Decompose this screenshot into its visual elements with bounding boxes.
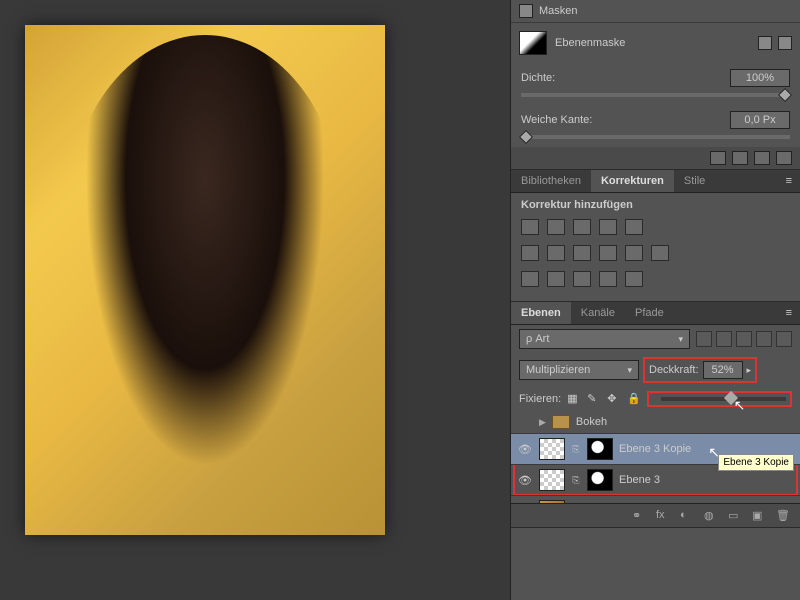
visibility-toggle[interactable]: 👁 [517,474,533,487]
density-slider[interactable] [521,93,790,97]
lock-transparency-icon[interactable]: ▦ [567,392,581,406]
filter-pixel-icon[interactable] [696,331,712,347]
layer-name[interactable]: Ebene 3 [619,474,794,486]
levels-icon[interactable] [547,219,565,235]
masks-header: Masken [511,0,800,23]
portrait-subject [65,35,345,515]
color-lookup-icon[interactable] [651,245,669,261]
opacity-label: Deckkraft: [649,364,699,376]
curves-icon[interactable] [573,219,591,235]
tab-korrekturen[interactable]: Korrekturen [591,170,674,192]
filter-shape-icon[interactable] [756,331,772,347]
new-group-icon[interactable]: ▭ [728,509,744,523]
invert-mask-icon[interactable] [732,151,748,165]
visibility-toggle[interactable]: 👁 [517,443,533,456]
tab-bibliotheken[interactable]: Bibliotheken [511,170,591,192]
layer-thumbnail[interactable] [539,469,565,491]
layer-name[interactable]: Bokeh [576,416,794,428]
lock-all-icon[interactable]: 🔒 [627,392,641,406]
tab-stile[interactable]: Stile [674,170,715,192]
lock-pixels-icon[interactable]: ✎ [587,392,601,406]
link-mask-icon[interactable]: ⎘ [571,475,581,486]
right-panels: Masken Ebenenmaske Dichte: 100% Weiche K… [510,0,800,600]
adjustment-layer-icon[interactable]: ◍ [704,509,720,523]
brightness-icon[interactable] [521,219,539,235]
invert-icon[interactable] [521,271,539,287]
lock-label: Fixieren: [519,393,561,405]
mask-type-label: Ebenenmaske [555,37,625,49]
tooltip: Ebene 3 Kopie [718,454,794,471]
opacity-flyout-icon[interactable]: ▸ [747,365,752,376]
show-mask-icon[interactable] [754,151,770,165]
blend-mode-dropdown[interactable]: Multiplizieren▾ [519,360,639,380]
new-layer-icon[interactable]: ▣ [752,509,768,523]
tab-ebenen[interactable]: Ebenen [511,302,571,324]
panel-menu-icon[interactable]: ≡ [778,302,800,324]
cursor-icon: ↖ [734,397,746,414]
opacity-slider[interactable] [661,397,786,401]
mask-thumbnail[interactable] [519,31,547,55]
add-adjustment-label: Korrektur hinzufügen [521,199,790,211]
tab-pfade[interactable]: Pfade [625,302,674,324]
opacity-input[interactable]: 52% [703,361,743,379]
masks-title: Masken [539,5,578,17]
add-mask-icon[interactable]: ◐ [680,509,696,523]
exposure-icon[interactable] [599,219,617,235]
fx-icon[interactable]: fx [656,509,672,523]
bw-icon[interactable] [573,245,591,261]
density-label: Dichte: [521,72,555,84]
vector-mask-icon[interactable] [778,36,792,50]
threshold-icon[interactable] [573,271,591,287]
channel-mixer-icon[interactable] [625,245,643,261]
layers-footer: ⚭ fx ◐ ◍ ▭ ▣ 🗑 [511,503,800,527]
document-image[interactable] [25,25,385,535]
layer-tabs: Ebenen Kanäle Pfade ≡ [511,302,800,325]
filter-smart-icon[interactable] [776,331,792,347]
folder-icon [552,415,570,429]
link-layers-icon[interactable]: ⚭ [632,509,648,523]
vibrance-icon[interactable] [625,219,643,235]
masks-panel-icon [519,4,533,18]
filter-adjust-icon[interactable] [716,331,732,347]
masks-footer-icons [511,147,800,169]
tab-kanaele[interactable]: Kanäle [571,302,625,324]
mask-from-selection-icon[interactable] [710,151,726,165]
color-balance-icon[interactable] [547,245,565,261]
gradient-map-icon[interactable] [599,271,617,287]
mask-thumbnail[interactable] [587,438,613,460]
layer-folder-row[interactable]: ▶ Bokeh [511,411,800,434]
feather-slider[interactable] [521,135,790,139]
selective-color-icon[interactable] [625,271,643,287]
hue-sat-icon[interactable] [521,245,539,261]
delete-mask-icon[interactable] [776,151,792,165]
lock-position-icon[interactable]: ✥ [607,392,621,406]
adjustments-panel: Bibliotheken Korrekturen Stile ≡ Korrekt… [511,170,800,302]
expand-arrow-icon[interactable]: ▶ [539,417,546,428]
link-mask-icon[interactable]: ⎘ [571,444,581,455]
feather-input[interactable]: 0,0 Px [730,111,790,129]
posterize-icon[interactable] [547,271,565,287]
filter-type-icon[interactable] [736,331,752,347]
layer-thumbnail[interactable] [539,438,565,460]
pixel-mask-icon[interactable] [758,36,772,50]
layer-row-selected[interactable]: 👁 ⎘ Ebene 3 Kopie ↖ Ebene 3 Kopie [511,434,800,465]
panel-menu-icon[interactable]: ≡ [778,170,800,192]
feather-label: Weiche Kante: [521,114,592,126]
mask-thumbnail[interactable] [587,469,613,491]
filter-type-dropdown[interactable]: ρ Art▾ [519,329,690,349]
adj-tabs: Bibliotheken Korrekturen Stile ≡ [511,170,800,193]
canvas-area [0,0,510,600]
layers-panel: Ebenen Kanäle Pfade ≡ ρ Art▾ Multiplizie… [511,302,800,528]
masks-panel: Masken Ebenenmaske Dichte: 100% Weiche K… [511,0,800,170]
delete-layer-icon[interactable]: 🗑 [776,509,792,523]
density-input[interactable]: 100% [730,69,790,87]
photo-filter-icon[interactable] [599,245,617,261]
